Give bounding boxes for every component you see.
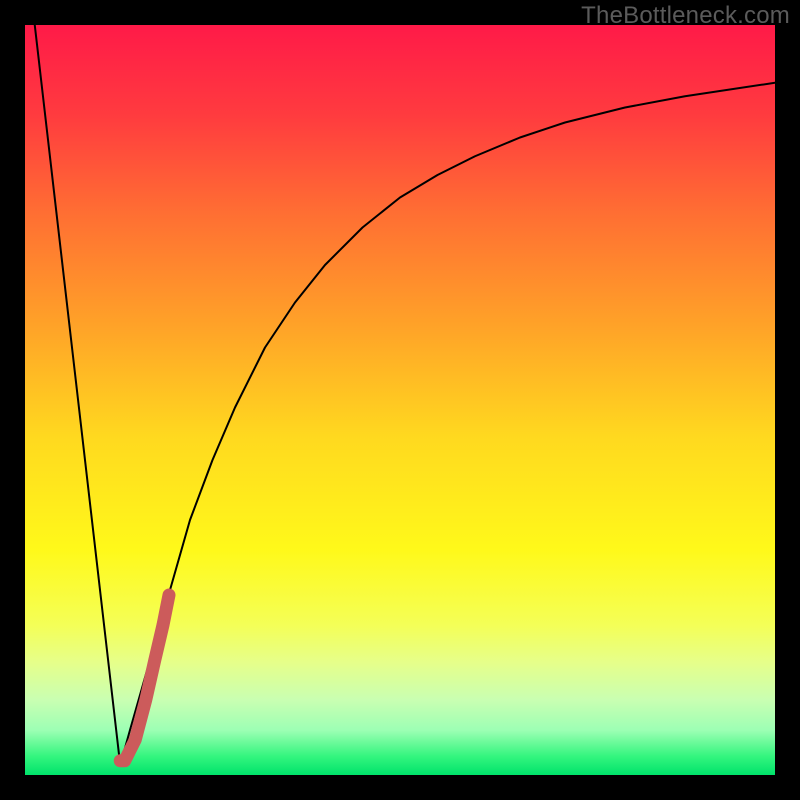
chart-container: TheBottleneck.com [0, 0, 800, 800]
watermark-text: TheBottleneck.com [581, 2, 790, 30]
plot-area [25, 25, 775, 775]
chart-svg [25, 25, 775, 775]
chart-background [25, 25, 775, 775]
